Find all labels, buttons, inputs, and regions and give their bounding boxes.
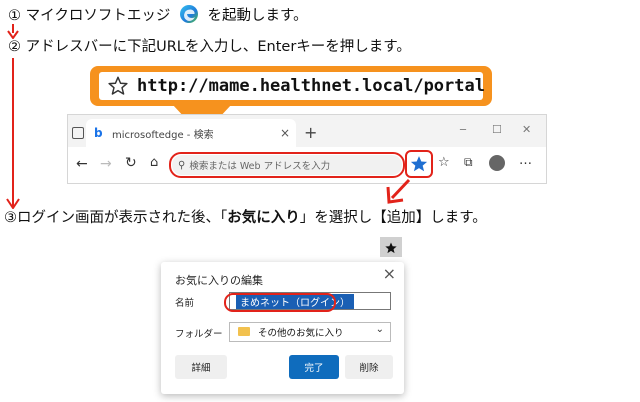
step-2-text: アドレスバーに下記URLを入力し、Enterキーを押します。 [25, 39, 411, 55]
browser-tab[interactable]: b microsoftedge - 検索 × [86, 119, 296, 147]
favorites-list-icon[interactable]: ☆ [438, 155, 450, 170]
step-3-bold: お気に入り [227, 210, 300, 226]
folder-select[interactable]: その他のお気に入り ⌄ [229, 322, 391, 342]
tab-title: microsoftedge - 検索 [112, 129, 214, 141]
collections-icon[interactable]: ⧉ [464, 155, 473, 170]
step-1: ① マイクロソフトエッジ を起動します。 [8, 4, 308, 25]
done-button[interactable]: 完了 [289, 355, 339, 379]
name-field-highlight [224, 293, 336, 312]
star-outline-icon [107, 75, 129, 97]
chevron-down-icon: ⌄ [375, 324, 384, 335]
arrow-2-shaft [12, 58, 14, 206]
profile-avatar[interactable] [489, 155, 505, 171]
portal-url: http://mame.healthnet.local/portal [137, 76, 485, 96]
step-1-number: ① [8, 8, 21, 24]
star-filled-icon [384, 240, 398, 254]
dialog-close-icon[interactable]: × [383, 264, 396, 283]
close-window-button[interactable]: ✕ [522, 123, 531, 136]
refresh-icon[interactable]: ↻ [125, 155, 137, 171]
maximize-button[interactable]: ☐ [492, 123, 502, 136]
dialog-title: お気に入りの編集 [175, 274, 263, 287]
back-arrow-icon[interactable]: ← [76, 156, 88, 172]
minimize-button[interactable]: ─ [460, 125, 466, 136]
delete-button[interactable]: 削除 [345, 355, 393, 379]
favorite-star-highlight [405, 150, 433, 178]
edge-logo-icon [179, 4, 199, 24]
step-2-number: ② [8, 39, 21, 55]
step-3-text-pre: ③ログイン画面が表示された後、「 [4, 210, 228, 226]
folder-value: その他のお気に入り [258, 328, 344, 339]
arrow-2-head [6, 198, 20, 209]
tab-close-icon[interactable]: × [280, 126, 290, 140]
browser-toolbar: ← → ↻ ⌂ ⚲ 検索または Web アドレスを入力 ☆ ⧉ … [68, 147, 546, 183]
forward-arrow-icon[interactable]: → [100, 156, 112, 172]
step-3-text-post: 」を選択し【追加】します。 [299, 210, 487, 226]
more-button[interactable]: 詳細 [175, 355, 227, 379]
home-icon[interactable]: ⌂ [150, 155, 158, 170]
edge-browser-window: b microsoftedge - 検索 × + ─ ☐ ✕ ← → ↻ ⌂ ⚲… [67, 114, 547, 184]
sidebar-toggle-icon[interactable] [72, 127, 84, 139]
favorite-star-button[interactable] [380, 237, 402, 257]
step-1-text: マイクロソフトエッジ [25, 8, 171, 24]
address-bar-highlight [169, 152, 405, 178]
step-1-text-after: を起動します。 [207, 8, 308, 24]
url-callout: http://mame.healthnet.local/portal [90, 66, 492, 106]
url-callout-box: http://mame.healthnet.local/portal [99, 72, 485, 100]
edit-favorite-dialog: お気に入りの編集 × 名前 まめネット（ログイン） フォルダー その他のお気に入… [161, 262, 404, 394]
arrow-3 [386, 178, 411, 204]
step-3: ③ログイン画面が表示された後、「お気に入り」を選択し【追加】します。 [4, 209, 487, 227]
bing-icon: b [94, 126, 103, 140]
name-label: 名前 [175, 298, 195, 309]
step-2: ② アドレスバーに下記URLを入力し、Enterキーを押します。 [8, 38, 411, 56]
folder-label: フォルダー [175, 329, 223, 340]
arrow-1-head [7, 30, 19, 39]
new-tab-button[interactable]: + [304, 123, 317, 142]
more-menu-icon[interactable]: … [519, 153, 532, 168]
folder-icon [238, 327, 250, 336]
